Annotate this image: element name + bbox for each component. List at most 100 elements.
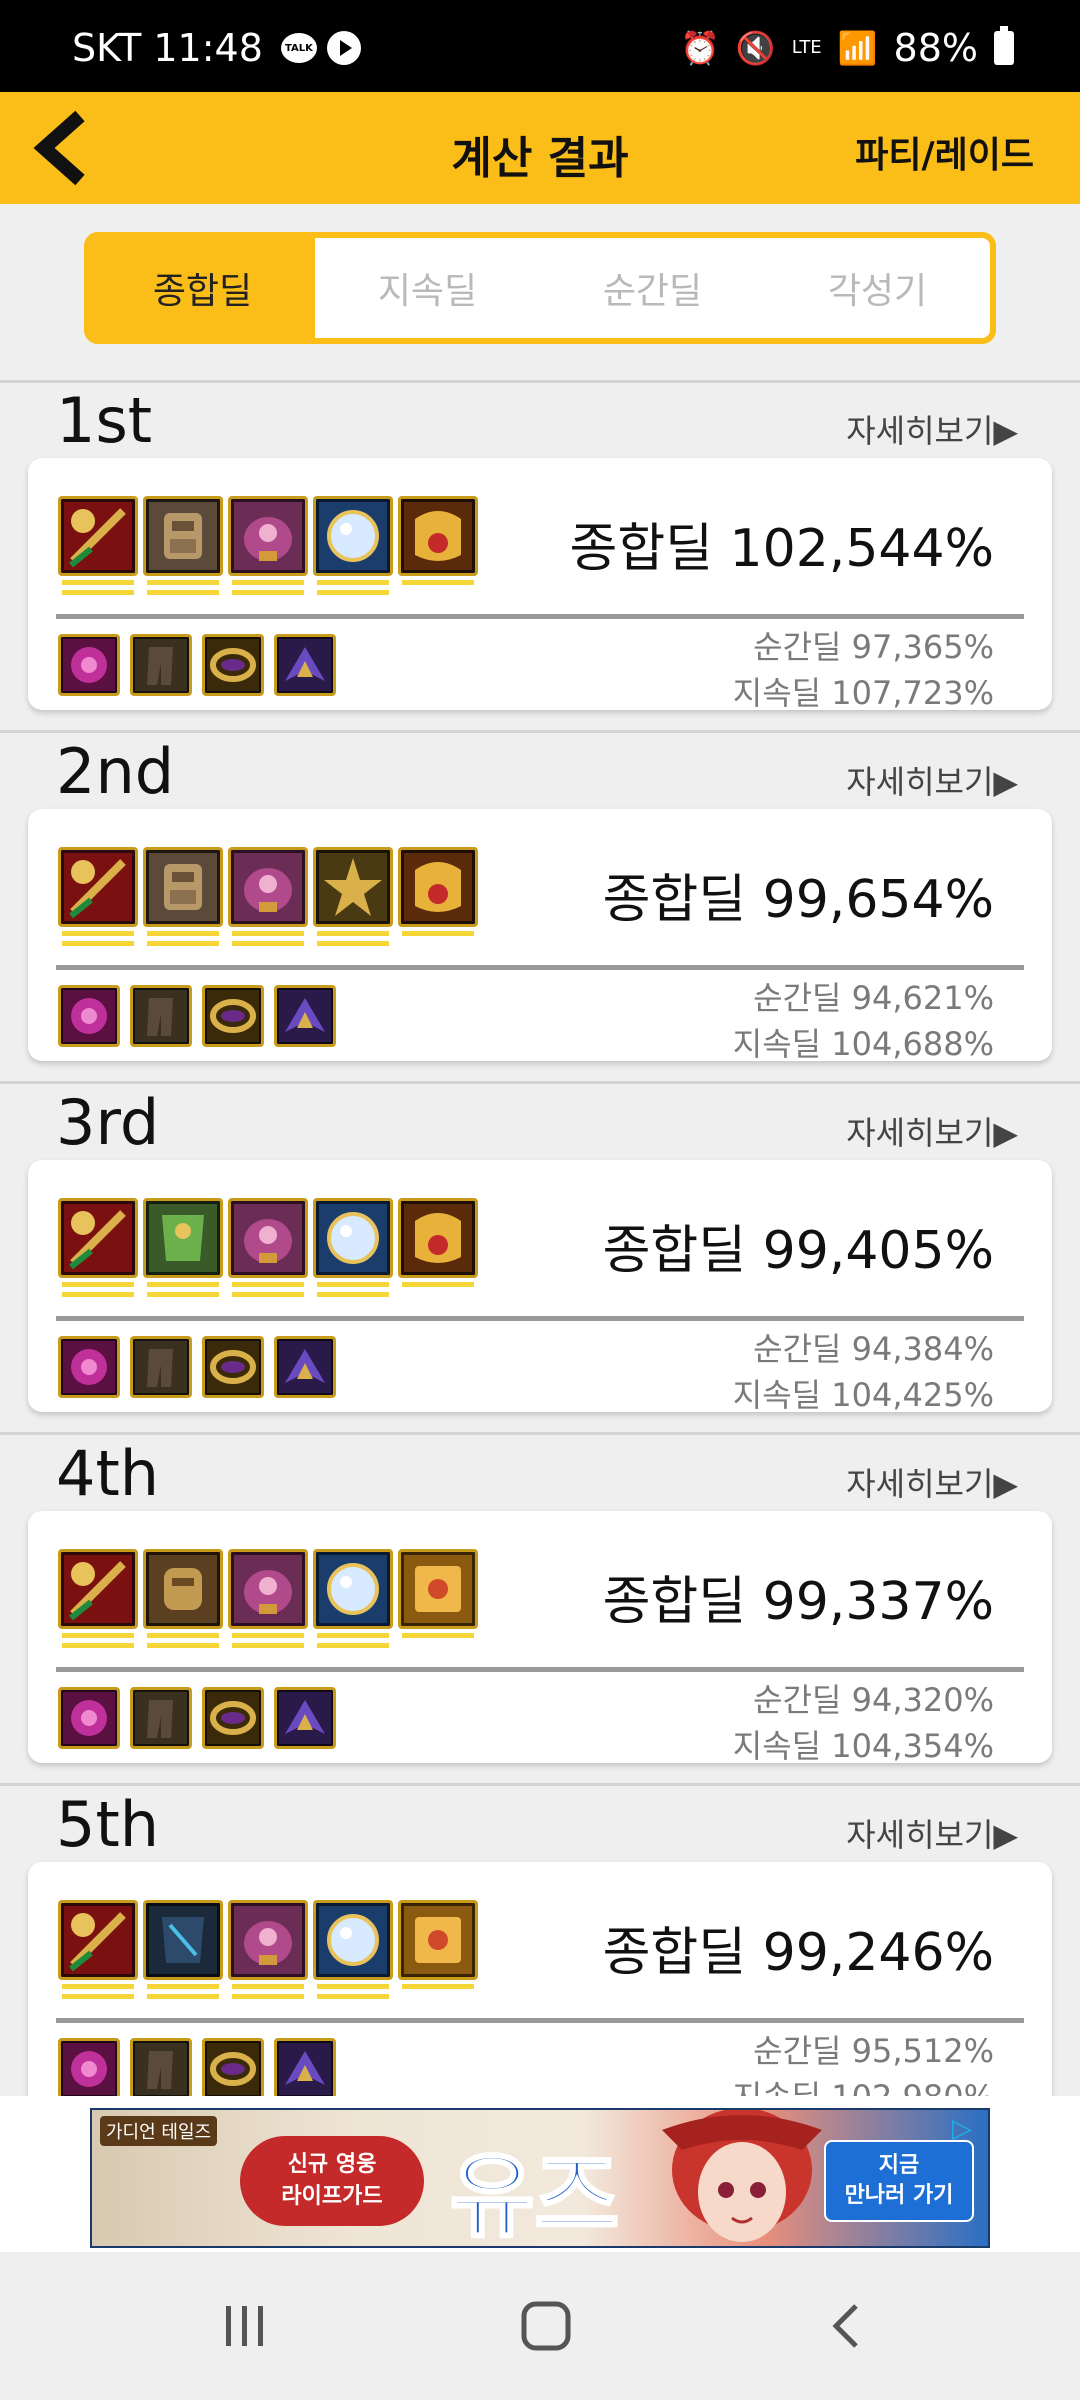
equipment-slot [228, 1198, 308, 1298]
equipment-slot [398, 496, 478, 596]
lte-icon: LTE [791, 37, 822, 58]
accessory-icon-frame [274, 985, 336, 1047]
burst-deal-value: 순간딜 94,384% [753, 1330, 994, 1368]
tab-sustain-deal[interactable]: 지속딜 [315, 238, 540, 338]
accessory-icon-frame [130, 1687, 192, 1749]
ad-choices-icon[interactable]: ▷ [952, 2114, 982, 2144]
result-card-section: 3rd 자세히보기▶ 종합딜 99,405% 순간딜 94,384% 지속딜 1… [0, 1086, 1080, 1437]
bracelet-icon [205, 637, 261, 693]
equipment-row [58, 1900, 478, 2000]
level-underline [317, 931, 389, 936]
equipment-icon-frame [143, 1900, 223, 1980]
ad-promo-pill: 신규 영웅 라이프가드 [240, 2136, 424, 2226]
talk-notification-icon: TALK [280, 33, 317, 63]
results-list[interactable]: 1st 자세히보기▶ 종합딜 102,544% 순간딜 97,365% 지속딜 … [0, 384, 1080, 2096]
level-underline [402, 1282, 474, 1287]
equipment-slot [143, 1198, 223, 1298]
result-card[interactable]: 종합딜 102,544% 순간딜 97,365% 지속딜 107,723% [28, 458, 1052, 712]
equipment-slot [228, 1900, 308, 2000]
accessory-icon-frame [58, 634, 120, 696]
result-card[interactable]: 종합딜 99,337% 순간딜 94,320% 지속딜 104,354% [28, 1511, 1052, 1765]
level-underline [147, 1633, 219, 1638]
ad-banner-container: 가디언 테일즈 신규 영웅 라이프가드 유즈 지금 만나러 가기 ▷ [0, 2096, 1080, 2252]
orb-icon [316, 1201, 390, 1275]
burst-deal-value: 순간딜 97,365% [753, 628, 994, 666]
equipment-row [58, 847, 478, 947]
equipment-icon-frame [58, 1549, 138, 1629]
result-card-section: 5th 자세히보기▶ 종합딜 99,246% 순간딜 95,512% 지속딜 1… [0, 1788, 1080, 2096]
detail-link[interactable]: 자세히보기▶ [846, 1459, 1018, 1505]
battery-icon [994, 26, 1014, 65]
weapon-icon [61, 1201, 135, 1275]
system-nav-bar [0, 2252, 1080, 2400]
tab-burst-deal[interactable]: 순간딜 [540, 238, 765, 338]
burst-deal-value: 순간딜 95,512% [753, 2032, 994, 2070]
result-card[interactable]: 종합딜 99,654% 순간딜 94,621% 지속딜 104,688% [28, 809, 1052, 1063]
result-card-section: 4th 자세히보기▶ 종합딜 99,337% 순간딜 94,320% 지속딜 1… [0, 1437, 1080, 1788]
accessory-row [58, 634, 336, 696]
recent-apps-button[interactable] [204, 2294, 284, 2358]
level-underline [62, 1984, 134, 1989]
ring-gem-icon [401, 499, 475, 573]
total-deal-value: 종합딜 99,654% [602, 870, 994, 930]
helmet-armor-icon [146, 499, 220, 573]
level-underline [62, 590, 134, 595]
equipment-slot [398, 1900, 478, 2000]
equipment-icon-frame [398, 1198, 478, 1278]
recent-apps-icon [226, 2306, 263, 2346]
level-underline [317, 1633, 389, 1638]
detail-link[interactable]: 자세히보기▶ [846, 406, 1018, 452]
back-nav-icon [832, 2304, 858, 2348]
tab-total-deal[interactable]: 종합딜 [90, 238, 315, 338]
equipment-icon-frame [143, 1549, 223, 1629]
detail-link[interactable]: 자세히보기▶ [846, 757, 1018, 803]
play-notification-icon [326, 31, 361, 65]
level-underline [147, 590, 219, 595]
ad-cta-button[interactable]: 지금 만나러 가기 [824, 2140, 974, 2222]
detail-link[interactable]: 자세히보기▶ [846, 1810, 1018, 1856]
mute-icon: 🔇 [735, 29, 776, 67]
level-underline [402, 580, 474, 585]
shoulder-armor-icon [231, 1552, 305, 1626]
party-raid-button[interactable]: 파티/레이드 [855, 126, 1034, 178]
golden-map-icon [401, 1903, 475, 1977]
rank-label: 1st [56, 384, 153, 457]
accessory-icon-frame [274, 1336, 336, 1398]
level-underline [62, 1292, 134, 1297]
result-tabs: 종합딜 지속딜 순간딜 각성기 [84, 232, 996, 344]
result-card[interactable]: 종합딜 99,246% 순간딜 95,512% 지속딜 102,980% [28, 1862, 1052, 2096]
equipment-slot [228, 496, 308, 596]
orb-icon [316, 1552, 390, 1626]
section-divider [0, 1432, 1080, 1435]
equipment-slot [398, 847, 478, 947]
tab-awakening[interactable]: 각성기 [765, 238, 990, 338]
divider [0, 380, 1080, 383]
level-underline [317, 1984, 389, 1989]
golden-map-icon [401, 1552, 475, 1626]
equipment-icon-frame [143, 1198, 223, 1278]
card-divider [56, 965, 1024, 970]
home-button[interactable] [506, 2294, 586, 2358]
rose-gem-icon [61, 1339, 117, 1395]
accessory-row [58, 2038, 336, 2096]
level-underline [232, 1643, 304, 1648]
equipment-row [58, 496, 478, 596]
result-card[interactable]: 종합딜 99,405% 순간딜 94,384% 지속딜 104,425% [28, 1160, 1052, 1414]
accessory-row [58, 1336, 336, 1398]
shoulder-armor-icon [231, 1903, 305, 1977]
ad-banner[interactable]: 가디언 테일즈 신규 영웅 라이프가드 유즈 지금 만나러 가기 ▷ [90, 2108, 990, 2248]
leg-armor-icon [133, 1339, 189, 1395]
accessory-icon-frame [202, 1687, 264, 1749]
detail-link[interactable]: 자세히보기▶ [846, 1108, 1018, 1154]
section-divider [0, 1783, 1080, 1786]
burst-deal-value: 순간딜 94,320% [753, 1681, 994, 1719]
leg-armor-icon [133, 1690, 189, 1746]
equipment-icon-frame [398, 1900, 478, 1980]
leg-armor-icon [133, 988, 189, 1044]
level-underline [62, 931, 134, 936]
back-nav-button[interactable] [808, 2294, 888, 2358]
accessory-icon-frame [58, 1336, 120, 1398]
accessory-icon-frame [130, 634, 192, 696]
rose-gem-icon [61, 2041, 117, 2096]
dark-wing-icon [277, 1690, 333, 1746]
